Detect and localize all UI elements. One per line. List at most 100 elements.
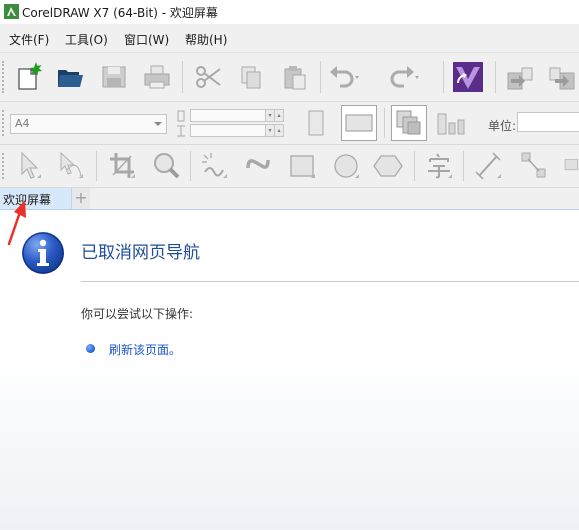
shape-edit-icon [60, 151, 83, 178]
window-title: CorelDRAW X7 (64-Bit) - 欢迎屏幕 [22, 6, 218, 20]
menu-help[interactable]: 帮助(H) [185, 31, 227, 48]
redo-button[interactable] [386, 59, 422, 95]
cut-button[interactable] [190, 59, 226, 95]
coreldraw-app-icon [4, 4, 19, 19]
menu-window[interactable]: 窗口(W) [124, 31, 169, 48]
increment-icon[interactable]: ▴ [274, 125, 283, 136]
undo-button[interactable] [326, 59, 362, 95]
bullet-icon [86, 344, 95, 353]
freehand-icon [202, 153, 227, 178]
print-button[interactable] [139, 59, 175, 95]
polygon-tool[interactable] [370, 148, 406, 184]
standard-toolbar [0, 53, 579, 102]
toolbar-separator [182, 61, 183, 93]
export-icon [549, 67, 575, 90]
welcome-content: 已取消网页导航 你可以尝试以下操作: 刷新该页面。 [0, 210, 579, 530]
toolbar-separator [414, 151, 415, 181]
rectangle-tool[interactable] [284, 148, 320, 184]
all-pages-icon [396, 110, 421, 135]
portrait-button[interactable] [298, 105, 334, 141]
paste-button[interactable] [276, 59, 312, 95]
ellipse-tool[interactable] [328, 148, 364, 184]
menu-tools[interactable]: 工具(O) [65, 31, 108, 48]
export-button[interactable] [544, 59, 579, 95]
open-folder-icon [58, 70, 83, 87]
application-launcher-button[interactable] [450, 59, 486, 95]
landscape-button[interactable] [341, 105, 377, 141]
redo-icon [390, 66, 419, 88]
all-pages-button[interactable] [391, 105, 427, 141]
dimension-icon [475, 152, 501, 180]
application-launcher-icon [453, 62, 483, 92]
import-button[interactable] [502, 59, 538, 95]
magnifier-icon [154, 153, 180, 179]
freehand-tool[interactable] [196, 148, 232, 184]
print-icon [144, 65, 170, 89]
increment-icon[interactable]: ▴ [274, 110, 283, 121]
decrement-icon[interactable]: ▾ [265, 110, 274, 121]
toolbar-separator [495, 61, 496, 93]
toolbar-separator [443, 61, 444, 93]
unit-label: 单位: [488, 119, 517, 133]
artistic-media-tool[interactable] [240, 148, 276, 184]
import-icon [507, 67, 533, 90]
dimension-tool[interactable] [470, 148, 506, 184]
pointer-arrow-icon [21, 151, 41, 179]
current-page-button[interactable] [435, 105, 471, 141]
pick-tool[interactable] [10, 148, 46, 184]
annotation-arrow-icon [7, 200, 26, 246]
interactive-tool[interactable] [560, 148, 579, 184]
chevron-down-icon [154, 122, 162, 126]
unit-select[interactable] [517, 112, 579, 132]
landscape-icon [345, 114, 373, 132]
title-bar: CorelDRAW X7 (64-Bit) - 欢迎屏幕 [0, 0, 579, 24]
artistic-media-icon [246, 159, 270, 169]
refresh-page-link[interactable]: 刷新该页面。 [109, 341, 181, 358]
property-bar: A4 ▾ ▴ ▾ ▴ 单位: [0, 102, 579, 145]
toolbar-separator [463, 151, 464, 181]
toolbar-grip[interactable] [2, 61, 7, 93]
page-dimension-icon [177, 110, 185, 137]
page-title: 已取消网页导航 [81, 243, 200, 263]
text-icon [428, 153, 452, 179]
toolbox [0, 145, 579, 188]
document-tab-bar: 欢迎屏幕 + [0, 188, 579, 210]
open-button[interactable] [52, 59, 88, 95]
text-tool[interactable] [421, 148, 457, 184]
copy-button[interactable] [233, 59, 269, 95]
zoom-tool[interactable] [148, 148, 184, 184]
toolbar-separator [96, 151, 97, 181]
current-page-icon [437, 113, 465, 135]
toolbar-grip[interactable] [2, 110, 7, 136]
portrait-icon [308, 110, 324, 136]
menu-file[interactable]: 文件(F) [9, 31, 49, 48]
toolbar-grip[interactable] [2, 153, 7, 179]
page-size-select[interactable]: A4 [10, 114, 167, 134]
toolbar-separator [190, 151, 191, 181]
paste-icon [284, 66, 306, 90]
new-tab-button[interactable]: + [72, 188, 90, 209]
page-size-value: A4 [15, 117, 30, 130]
decrement-icon[interactable]: ▾ [265, 125, 274, 136]
menu-bar: 文件(F) 工具(O) 窗口(W) 帮助(H) [0, 24, 579, 53]
interactive-tool-icon [564, 159, 579, 171]
new-document-icon [18, 62, 42, 90]
scissors-icon [196, 66, 221, 88]
toolbar-separator [384, 108, 385, 138]
connector-tool[interactable] [516, 148, 552, 184]
save-icon [102, 66, 126, 88]
connector-icon [521, 152, 546, 178]
crop-tool[interactable] [104, 148, 140, 184]
toolbar-separator [320, 61, 321, 93]
divider [81, 281, 579, 282]
suggestion-text: 你可以尝试以下操作: [81, 307, 194, 321]
crop-icon [110, 153, 135, 178]
page-width-field[interactable]: ▾ ▴ [190, 109, 284, 122]
shape-tool[interactable] [52, 148, 88, 184]
page-height-field[interactable]: ▾ ▴ [190, 124, 284, 137]
hexagon-icon [373, 155, 403, 177]
rectangle-icon [290, 155, 315, 178]
save-button[interactable] [96, 59, 132, 95]
new-document-button[interactable] [10, 59, 46, 95]
undo-icon [330, 66, 359, 88]
